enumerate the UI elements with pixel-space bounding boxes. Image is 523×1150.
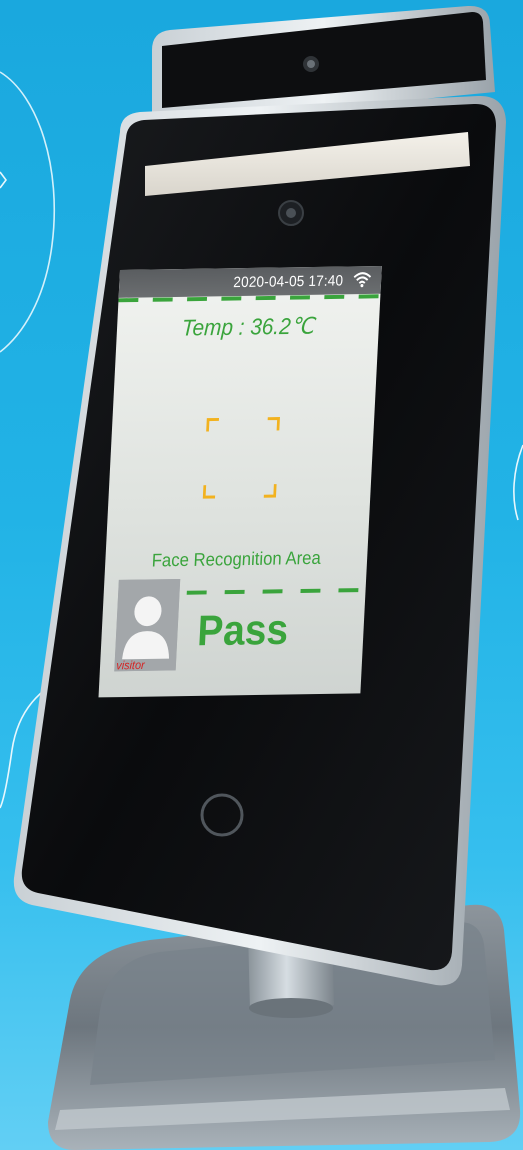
- wifi-icon: [353, 272, 372, 288]
- pass-result: Pass: [196, 606, 290, 656]
- product-photo: 2020-04-05 17:40 Temp : 36.2℃ Face Recog…: [0, 0, 523, 1150]
- face-recognition-area-label: Face Recognition Area: [151, 546, 322, 571]
- visitor-label: visitor: [116, 657, 146, 673]
- datetime-label: 2020-04-05 17:40: [232, 272, 344, 292]
- temperature-readout: Temp : 36.2℃: [181, 312, 315, 341]
- face-frame-icon: [202, 417, 280, 499]
- status-bar: 2020-04-05 17:40: [118, 265, 382, 298]
- display-screen: 2020-04-05 17:40 Temp : 36.2℃ Face Recog…: [98, 265, 382, 698]
